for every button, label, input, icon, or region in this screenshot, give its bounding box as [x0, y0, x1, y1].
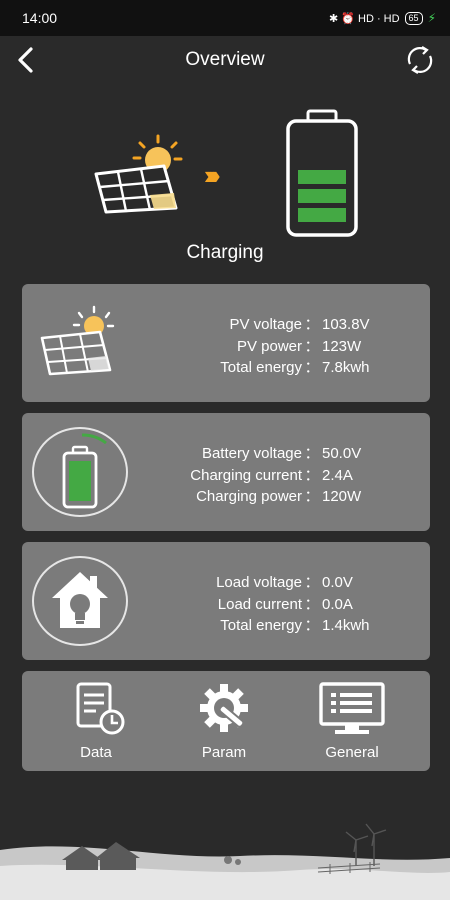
pv-voltage-label: PV voltage: [229, 316, 302, 333]
battery-readings: Battery voltage ： 50.0V Charging current…: [142, 443, 422, 508]
charging-current-label: Charging current: [190, 466, 302, 484]
status-time: 14:00: [22, 10, 58, 26]
charging-power-label: Charging power: [196, 488, 302, 505]
status-indicator-text: ✱ ⏰ HD · HD: [328, 12, 400, 25]
home-bulb-icon: [52, 572, 108, 628]
separator: ：: [304, 359, 320, 376]
data-button[interactable]: Data: [46, 681, 146, 761]
charging-power-value: 120W: [322, 488, 362, 505]
general-button-label: General: [325, 744, 379, 761]
charging-status-label: Charging: [186, 242, 264, 263]
pv-energy-label: Total energy: [220, 359, 302, 376]
charging-hero: ›››› Charging: [0, 100, 450, 270]
load-readings: Load voltage ： 0.0V Load current ： 0.0A …: [142, 572, 422, 637]
charging-bolt-icon: ⚡: [427, 11, 436, 25]
load-current-label: Load current: [217, 595, 302, 613]
page-title: Overview: [185, 49, 265, 70]
separator: ：: [304, 466, 320, 484]
battery-voltage-label: Battery voltage: [201, 445, 302, 462]
pv-energy-value: 7.8kwh: [322, 359, 370, 376]
separator: ：: [304, 574, 320, 591]
separator: ：: [304, 595, 320, 613]
charging-power-row: Charging power ： 120W: [142, 486, 422, 508]
monitor-list-icon: [319, 682, 385, 734]
load-current-row: Load current ： 0.0A: [142, 594, 422, 616]
status-indicators: ✱ ⏰ HD · HD 65 ⚡: [329, 11, 436, 25]
settings-gear-wrench-icon: [200, 684, 248, 732]
pv-power-label: PV power: [236, 337, 302, 355]
data-button-label: Data: [80, 744, 112, 761]
general-button[interactable]: General: [302, 681, 402, 761]
separator: ：: [304, 316, 320, 333]
separator: ：: [304, 617, 320, 634]
battery-icon: [62, 433, 107, 509]
param-button-label: Param: [201, 744, 247, 761]
pv-readings: PV voltage ： 103.8V PV power ： 123W Tota…: [142, 314, 422, 379]
refresh-icon[interactable]: [402, 42, 438, 78]
charging-current-row: Charging current ： 2.4A: [142, 465, 422, 487]
charge-flow-arrows: ››››: [204, 160, 220, 190]
pv-power-row: PV power ： 123W: [142, 336, 422, 358]
load-voltage-label: Load voltage: [216, 574, 302, 591]
battery-icon-frame: [32, 427, 128, 517]
load-energy-label: Total energy: [220, 617, 302, 634]
battery-card: Battery voltage ： 50.0V Charging current…: [22, 413, 430, 531]
solar-panel-icon: [94, 134, 183, 214]
battery-voltage-value: 50.0V: [322, 445, 362, 462]
separator: ：: [304, 445, 320, 462]
solar-panel-icon: [40, 305, 115, 376]
app-header: Overview: [0, 36, 450, 84]
landscape-illustration: [0, 823, 450, 900]
load-card: Load voltage ： 0.0V Load current ： 0.0A …: [22, 542, 430, 660]
pv-voltage-value: 103.8V: [322, 316, 370, 333]
load-energy-row: Total energy ： 1.4kwh: [142, 615, 422, 637]
nav-card: Data Param General: [22, 671, 430, 771]
pv-voltage-row: PV voltage ： 103.8V: [142, 314, 422, 336]
load-voltage-row: Load voltage ： 0.0V: [142, 572, 422, 594]
charging-current-value: 2.4A: [322, 466, 353, 484]
pv-power-value: 123W: [322, 337, 362, 355]
load-energy-value: 1.4kwh: [322, 617, 370, 634]
status-battery-icon: 65: [404, 11, 423, 25]
param-button[interactable]: Param: [174, 681, 274, 761]
home-icon-frame: [32, 556, 128, 646]
pv-energy-row: Total energy ： 7.8kwh: [142, 357, 422, 379]
battery-voltage-row: Battery voltage ： 50.0V: [142, 443, 422, 465]
data-report-icon: [76, 682, 125, 735]
load-current-value: 0.0A: [322, 595, 353, 613]
separator: ：: [304, 337, 320, 355]
load-voltage-value: 0.0V: [322, 574, 353, 591]
battery-level-icon: [286, 109, 358, 237]
pv-card: PV voltage ： 103.8V PV power ： 123W Tota…: [22, 284, 430, 402]
chevron-left-icon[interactable]: [12, 44, 40, 76]
status-bar: 14:00 ✱ ⏰ HD · HD 65 ⚡: [0, 0, 450, 36]
separator: ：: [304, 488, 320, 505]
